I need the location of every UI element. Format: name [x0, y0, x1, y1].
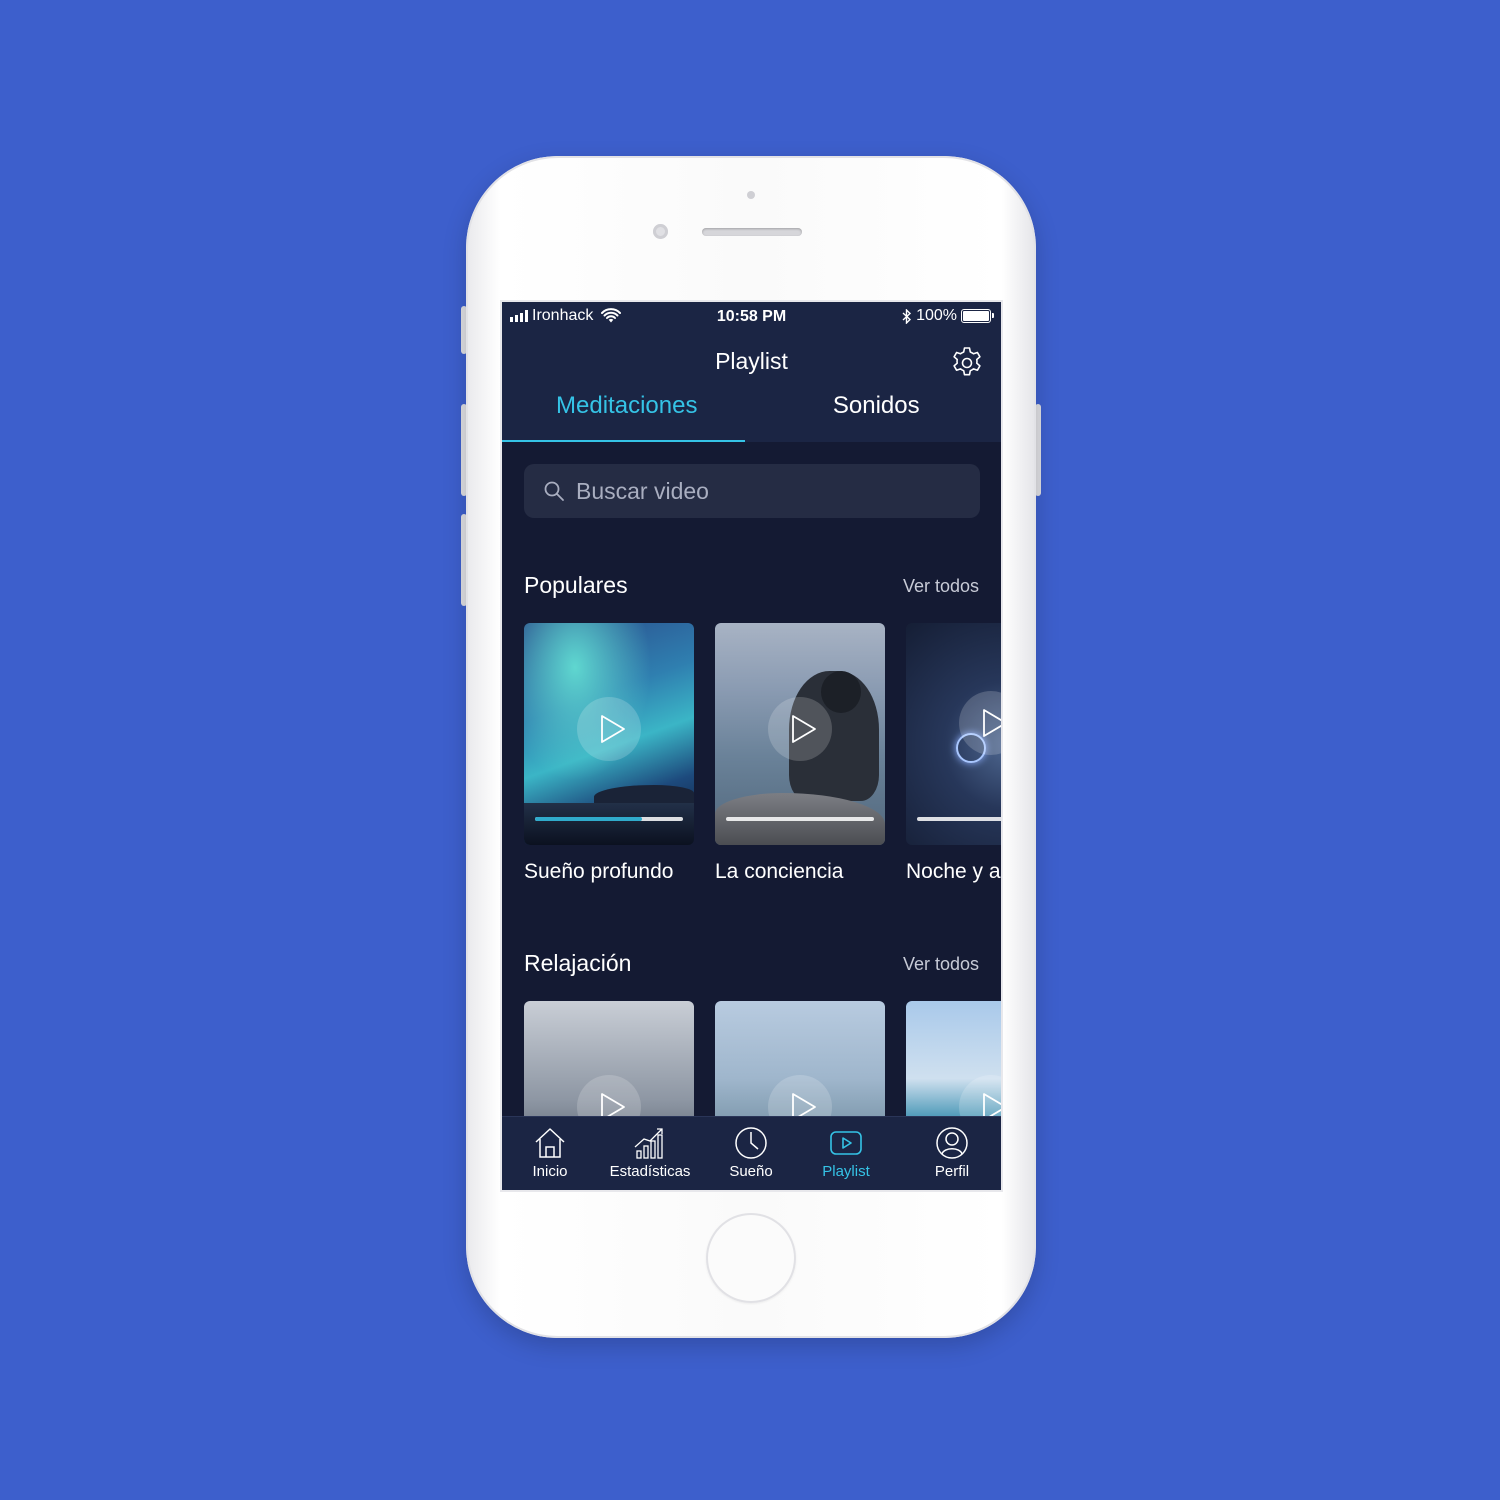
play-button[interactable] — [768, 697, 832, 761]
bottom-tab-bar: Inicio Estadísticas Sueño Playlist Perfi… — [502, 1116, 1001, 1190]
home-icon — [535, 1128, 565, 1158]
card-title: La conciencia — [715, 860, 844, 883]
front-camera — [653, 224, 668, 239]
progress-fill — [535, 817, 642, 821]
tab-meditaciones[interactable]: Meditaciones — [502, 392, 752, 420]
section-title-relajacion: Relajación — [524, 950, 632, 976]
bluetooth-icon — [902, 308, 912, 324]
proximity-sensor — [747, 191, 755, 199]
video-card[interactable] — [715, 623, 885, 845]
tabbar-label: Perfil — [934, 1163, 970, 1180]
clock-icon — [735, 1127, 767, 1159]
tabbar-item-sueno[interactable]: Sueño — [701, 1125, 801, 1180]
tabbar-label: Estadísticas — [609, 1163, 691, 1180]
card-title: Sueño profundo — [524, 860, 674, 883]
video-card[interactable] — [906, 623, 1001, 845]
progress-bar — [726, 817, 874, 821]
search-icon — [544, 481, 564, 501]
tabbar-item-estadisticas[interactable]: Estadísticas — [600, 1125, 700, 1180]
profile-icon — [936, 1127, 968, 1159]
stats-icon — [634, 1128, 663, 1159]
battery-icon — [961, 309, 994, 323]
tabbar-item-playlist[interactable]: Playlist — [796, 1125, 896, 1180]
settings-gear-icon[interactable] — [949, 345, 985, 381]
search-bar — [524, 464, 980, 518]
progress-bar — [535, 817, 683, 821]
tabbar-item-perfil[interactable]: Perfil — [902, 1125, 1001, 1180]
play-icon — [601, 715, 625, 743]
active-tab-indicator — [502, 440, 745, 442]
nav-header: Playlist Meditaciones Sonidos — [502, 332, 1001, 442]
status-bar: Ironhack 10:58 PM 100% — [502, 302, 1001, 332]
tabbar-item-inicio[interactable]: Inicio — [502, 1125, 600, 1180]
play-icon — [830, 1131, 862, 1155]
tabbar-label: Playlist — [822, 1163, 870, 1180]
tab-sonidos[interactable]: Sonidos — [752, 392, 1002, 420]
play-icon — [983, 709, 1001, 737]
page-title: Playlist — [715, 348, 788, 374]
see-all-populares-link[interactable]: Ver todos — [903, 576, 979, 597]
tabbar-label: Inicio — [532, 1163, 568, 1180]
phone-screen: Ironhack 10:58 PM 100% Playlist Meditaci… — [500, 300, 1003, 1192]
battery-percent: 100% — [916, 307, 957, 324]
video-card[interactable] — [524, 623, 694, 845]
section-title-populares: Populares — [524, 572, 628, 598]
earpiece-speaker — [702, 228, 802, 236]
play-icon — [792, 715, 816, 743]
play-button[interactable] — [577, 697, 641, 761]
search-input[interactable] — [576, 477, 956, 505]
see-all-relajacion-link[interactable]: Ver todos — [903, 954, 979, 975]
home-button — [706, 1213, 796, 1303]
tabbar-label: Sueño — [729, 1163, 773, 1180]
progress-bar — [917, 817, 1001, 821]
card-title: Noche y a — [906, 860, 1001, 883]
